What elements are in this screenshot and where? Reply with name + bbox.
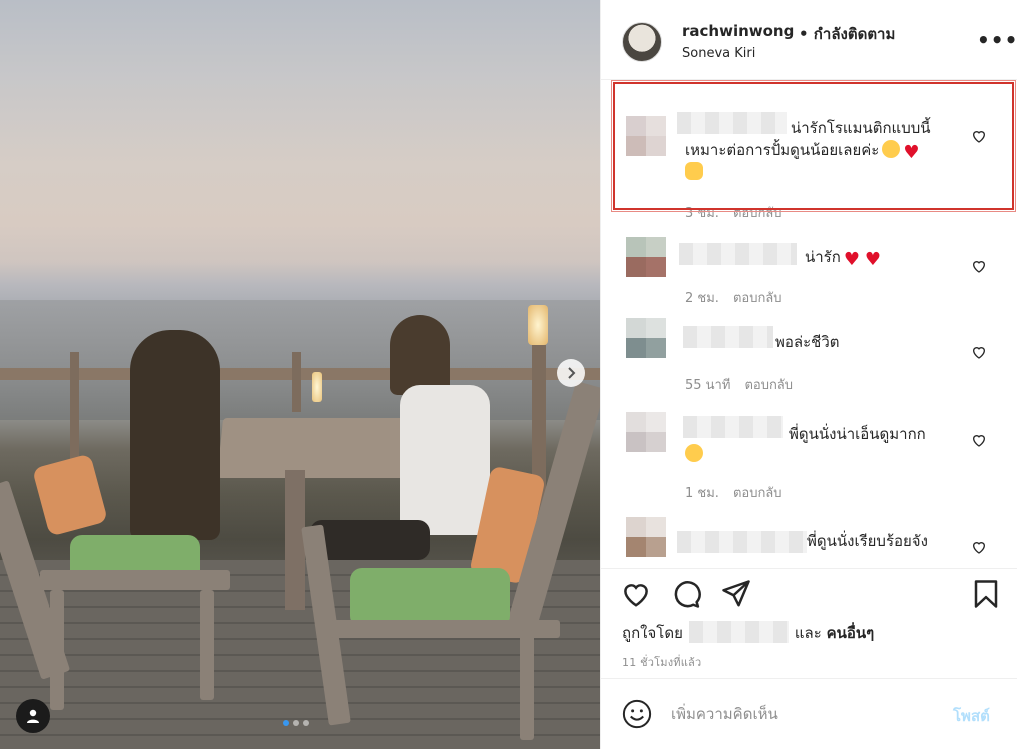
post-location[interactable]: Soneva Kiri	[682, 46, 755, 61]
photo-cushion-right	[350, 568, 510, 628]
photo-chair-left-leg	[50, 590, 64, 710]
photo-pillow-left	[31, 453, 109, 537]
liked-by-text: ถูกใจโดย และ คนอื่นๆ	[622, 621, 874, 645]
photo-man-legs	[310, 520, 430, 560]
star-struck-emoji-icon	[685, 444, 703, 462]
photo-woman	[130, 330, 220, 540]
photo-candle	[312, 372, 322, 402]
liker-username-blurred[interactable]	[688, 621, 789, 643]
commenter-avatar[interactable]	[626, 412, 666, 452]
commenter-username-blurred[interactable]	[683, 416, 783, 438]
comment-icon[interactable]	[671, 579, 701, 609]
others-link[interactable]: คนอื่นๆ	[827, 624, 875, 642]
comment-meta: 2 ชม. ตอบกลับ	[685, 287, 782, 308]
highlighted-comment-outline	[611, 80, 1016, 212]
photo-lamp	[528, 305, 548, 345]
tagged-users-button[interactable]	[16, 699, 50, 733]
photo-railing-post	[70, 352, 79, 472]
add-comment-bar: โพสต์	[601, 678, 1017, 749]
commenter-avatar[interactable]	[626, 517, 666, 557]
photo-table	[216, 418, 424, 478]
comment-meta: 55 นาที ตอบกลับ	[685, 374, 793, 395]
follow-status[interactable]: • กำลังติดตาม	[799, 22, 895, 46]
post-timestamp[interactable]: 11 ชั่วโมงที่แล้ว	[622, 653, 701, 671]
comment-text: พอล่ะชีวิต	[775, 333, 840, 351]
share-icon[interactable]	[721, 579, 751, 609]
post-header: rachwinwong • กำลังติดตาม Soneva Kiri ••…	[601, 0, 1017, 80]
commenter-username-blurred[interactable]	[683, 326, 773, 348]
more-icon[interactable]: •••	[977, 28, 1017, 52]
like-heart-icon[interactable]	[621, 579, 651, 609]
photo-chair-right-leg	[520, 630, 534, 740]
carousel-dot	[303, 720, 309, 726]
comment-text: พี่ดูนนั่งเรียบร้อยจัง	[807, 532, 928, 550]
like-comment-icon[interactable]	[971, 432, 987, 448]
comment-item: พอล่ะชีวิต 55 นาที ตอบกลับ	[601, 318, 1017, 393]
bookmark-icon[interactable]	[971, 579, 1001, 609]
comment-time[interactable]: 1 ชม.	[685, 486, 719, 501]
carousel-dot	[293, 720, 299, 726]
reply-button[interactable]: ตอบกลับ	[744, 378, 793, 393]
commenter-avatar[interactable]	[626, 318, 666, 358]
photo-chair-left-seat	[40, 570, 230, 590]
reply-button[interactable]: ตอบกลับ	[733, 291, 782, 306]
like-comment-icon[interactable]	[971, 258, 987, 274]
comment-text: พี่ดูนนั่งน่าเอ็นดูมากก	[789, 425, 926, 443]
post-side-panel: rachwinwong • กำลังติดตาม Soneva Kiri ••…	[600, 0, 1017, 749]
user-icon	[27, 709, 39, 723]
commenter-username-blurred[interactable]	[677, 531, 807, 553]
comment-text-line2	[685, 444, 703, 465]
like-comment-icon[interactable]	[971, 344, 987, 360]
heart-emoji-icon: ♥	[864, 249, 881, 270]
heart-emoji-icon: ♥	[843, 249, 860, 270]
reply-button[interactable]: ตอบกลับ	[733, 486, 782, 501]
author-avatar[interactable]	[622, 22, 662, 62]
comment-item: น่ารัก ♥ ♥ 2 ชม. ตอบกลับ	[601, 237, 1017, 307]
author-username[interactable]: rachwinwong	[682, 22, 794, 40]
carousel-next-button[interactable]	[557, 359, 585, 387]
photo-man-shirt	[400, 385, 490, 535]
comment-text: น่ารัก ♥ ♥	[805, 248, 881, 270]
comment-meta: 1 ชม. ตอบกลับ	[685, 482, 782, 503]
post-actions: ถูกใจโดย และ คนอื่นๆ 11 ชั่วโมงที่แล้ว	[601, 568, 1017, 678]
comment-time[interactable]: 55 นาที	[685, 378, 730, 393]
post-comment-button[interactable]: โพสต์	[953, 704, 990, 728]
chevron-right-icon	[568, 367, 576, 379]
comment-time[interactable]: 2 ชม.	[685, 291, 719, 306]
comment-input[interactable]	[671, 701, 941, 727]
photo-man-head	[390, 315, 450, 395]
comment-item: พี่ดูนนั่งเรียบร้อยจัง	[601, 517, 1017, 568]
comment-item: พี่ดูนนั่งน่าเอ็นดูมากก 1 ชม. ตอบกลับ	[601, 412, 1017, 501]
commenter-username-blurred[interactable]	[679, 243, 797, 265]
carousel-indicator	[283, 720, 309, 726]
emoji-picker-icon[interactable]	[622, 699, 652, 729]
post-photo[interactable]	[0, 0, 600, 749]
photo-railing-post	[292, 352, 301, 412]
photo-chair-left-leg	[200, 590, 214, 700]
commenter-avatar[interactable]	[626, 237, 666, 277]
like-comment-icon[interactable]	[971, 539, 987, 555]
carousel-dot	[283, 720, 289, 726]
